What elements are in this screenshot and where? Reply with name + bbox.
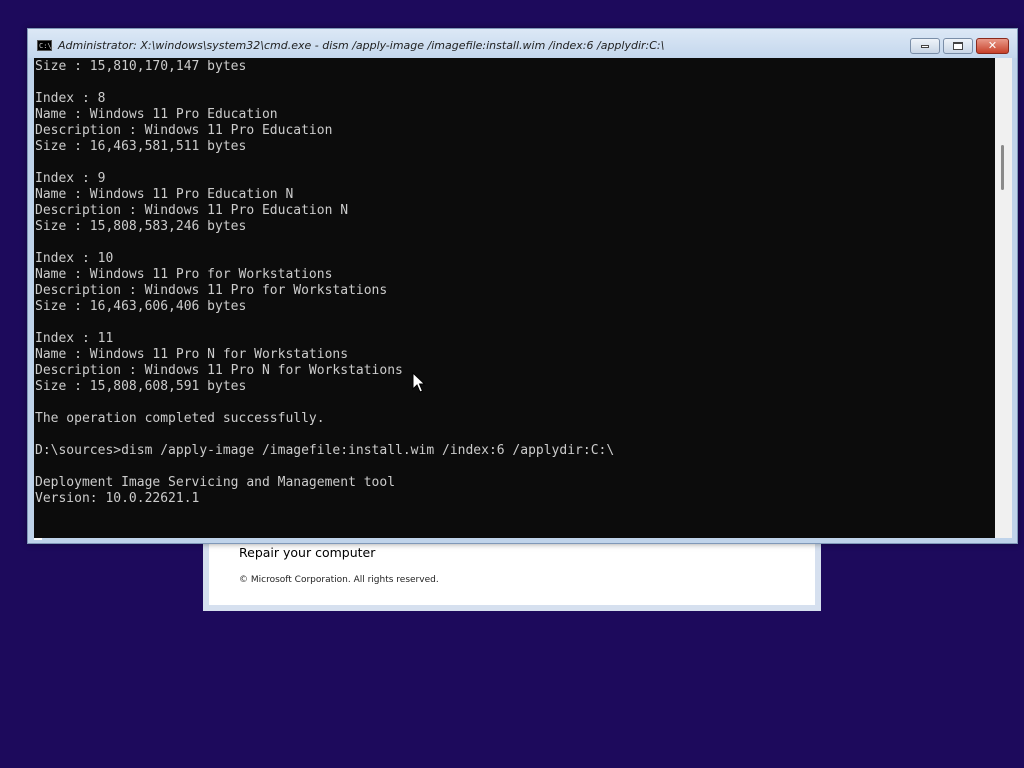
copyright-text: © Microsoft Corporation. All rights rese… xyxy=(239,575,439,585)
console-line: Name : Windows 11 Pro N for Workstations xyxy=(35,347,349,362)
maximize-icon xyxy=(953,42,963,50)
console-output[interactable]: Size : 15,810,170,147 bytes Index : 8 Name… xyxy=(34,58,995,538)
console-line: Size : 15,808,608,591 bytes xyxy=(35,379,247,394)
cmd-app-icon[interactable]: C:\. xyxy=(37,40,56,51)
repair-your-computer-link[interactable]: Repair your computer xyxy=(239,545,375,560)
close-icon: ✕ xyxy=(987,39,998,52)
console-line: Index : 11 xyxy=(35,331,114,346)
maximize-button[interactable] xyxy=(943,38,973,54)
title-bar[interactable]: C:\. Administrator: X:\windows\system32\… xyxy=(28,29,1017,58)
console-line: Name : Windows 11 Pro for Workstations xyxy=(35,267,333,282)
mouse-cursor-icon xyxy=(412,372,426,393)
console-line: Index : 10 xyxy=(35,251,114,266)
window-bottom-border xyxy=(34,538,1012,543)
console-line: Size : 15,808,583,246 bytes xyxy=(35,219,247,234)
console-line: Size : 16,463,581,511 bytes xyxy=(35,139,247,154)
close-button[interactable]: ✕ xyxy=(976,38,1009,54)
console-line: Name : Windows 11 Pro Education N xyxy=(35,187,294,202)
vertical-scrollbar[interactable] xyxy=(995,58,1012,538)
cmd-window: C:\. Administrator: X:\windows\system32\… xyxy=(27,28,1018,544)
window-title: Administrator: X:\windows\system32\cmd.e… xyxy=(58,39,665,52)
minimize-icon xyxy=(921,45,929,48)
console-line: Description : Windows 11 Pro N for Works… xyxy=(35,363,403,378)
horizontal-scroll-indicator xyxy=(34,538,42,540)
console-line: Version: 10.0.22621.1 xyxy=(35,491,200,506)
console-line: Description : Windows 11 Pro Education N xyxy=(35,203,349,218)
console-line: The operation completed successfully. xyxy=(35,411,325,426)
console-lines: Size : 15,810,170,147 bytes Index : 8 Name… xyxy=(35,59,614,507)
console-line: Description : Windows 11 Pro for Worksta… xyxy=(35,283,388,298)
console-line: Index : 9 xyxy=(35,171,106,186)
minimize-button[interactable] xyxy=(910,38,940,54)
console-line: Size : 16,463,606,406 bytes xyxy=(35,299,247,314)
console-line: Name : Windows 11 Pro Education xyxy=(35,107,278,122)
console-line: Index : 8 xyxy=(35,91,106,106)
console-line: D:\sources>dism /apply-image /imagefile:… xyxy=(35,443,615,458)
console-line: Description : Windows 11 Pro Education xyxy=(35,123,333,138)
console-line: Size : 15,810,170,147 bytes xyxy=(35,59,247,74)
scrollbar-thumb[interactable] xyxy=(1001,145,1004,190)
console-line: Deployment Image Servicing and Managemen… xyxy=(35,475,396,490)
